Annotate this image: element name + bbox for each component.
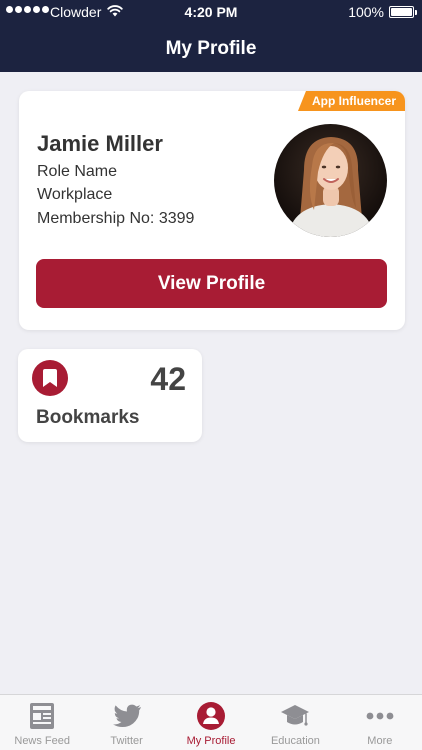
membership-number: Membership No: 3399 <box>37 210 195 227</box>
bookmarks-card[interactable]: 42 Bookmarks <box>18 349 202 442</box>
status-bar: Clowder 4:20 PM 100% <box>0 0 422 24</box>
tab-my-profile[interactable]: My Profile <box>169 695 253 750</box>
profile-name: Jamie Miller <box>37 131 163 156</box>
tab-bar: News Feed Twitter My Profile Education M… <box>0 694 422 750</box>
newspaper-icon <box>30 703 55 729</box>
tab-twitter[interactable]: Twitter <box>84 695 168 750</box>
screen: Clowder 4:20 PM 100% My Profile App Infl… <box>0 0 422 750</box>
tab-label: More <box>367 735 393 747</box>
tab-label: Education <box>270 735 320 747</box>
tab-more[interactable]: More <box>338 695 422 750</box>
profile-role: Role Name <box>37 163 118 180</box>
influencer-badge: App Influencer <box>297 91 405 111</box>
twitter-bird-icon <box>112 704 141 727</box>
header: Clowder 4:20 PM 100% My Profile <box>0 0 422 72</box>
user-circle-icon <box>197 702 226 730</box>
more-dots-icon <box>366 712 394 720</box>
tab-label: Twitter <box>110 735 143 747</box>
bookmark-icon <box>32 360 68 396</box>
battery-icon <box>389 6 417 18</box>
profile-workplace: Workplace <box>37 186 113 203</box>
tab-news-feed[interactable]: News Feed <box>0 695 84 750</box>
tab-education[interactable]: Education <box>253 695 337 750</box>
profile-card: App Influencer Jamie Miller Role Name Wo… <box>19 91 405 330</box>
avatar-photo <box>288 137 374 237</box>
bookmarks-label: Bookmarks <box>36 407 140 428</box>
view-profile-button[interactable]: View Profile <box>36 259 387 308</box>
tab-label: My Profile <box>186 735 236 747</box>
bookmark-count: 42 <box>150 361 186 397</box>
battery-percentage: 100% <box>348 4 384 20</box>
graduation-cap-icon <box>281 705 310 726</box>
page-title: My Profile <box>165 38 257 59</box>
tab-label: News Feed <box>14 735 71 747</box>
avatar <box>274 124 387 237</box>
